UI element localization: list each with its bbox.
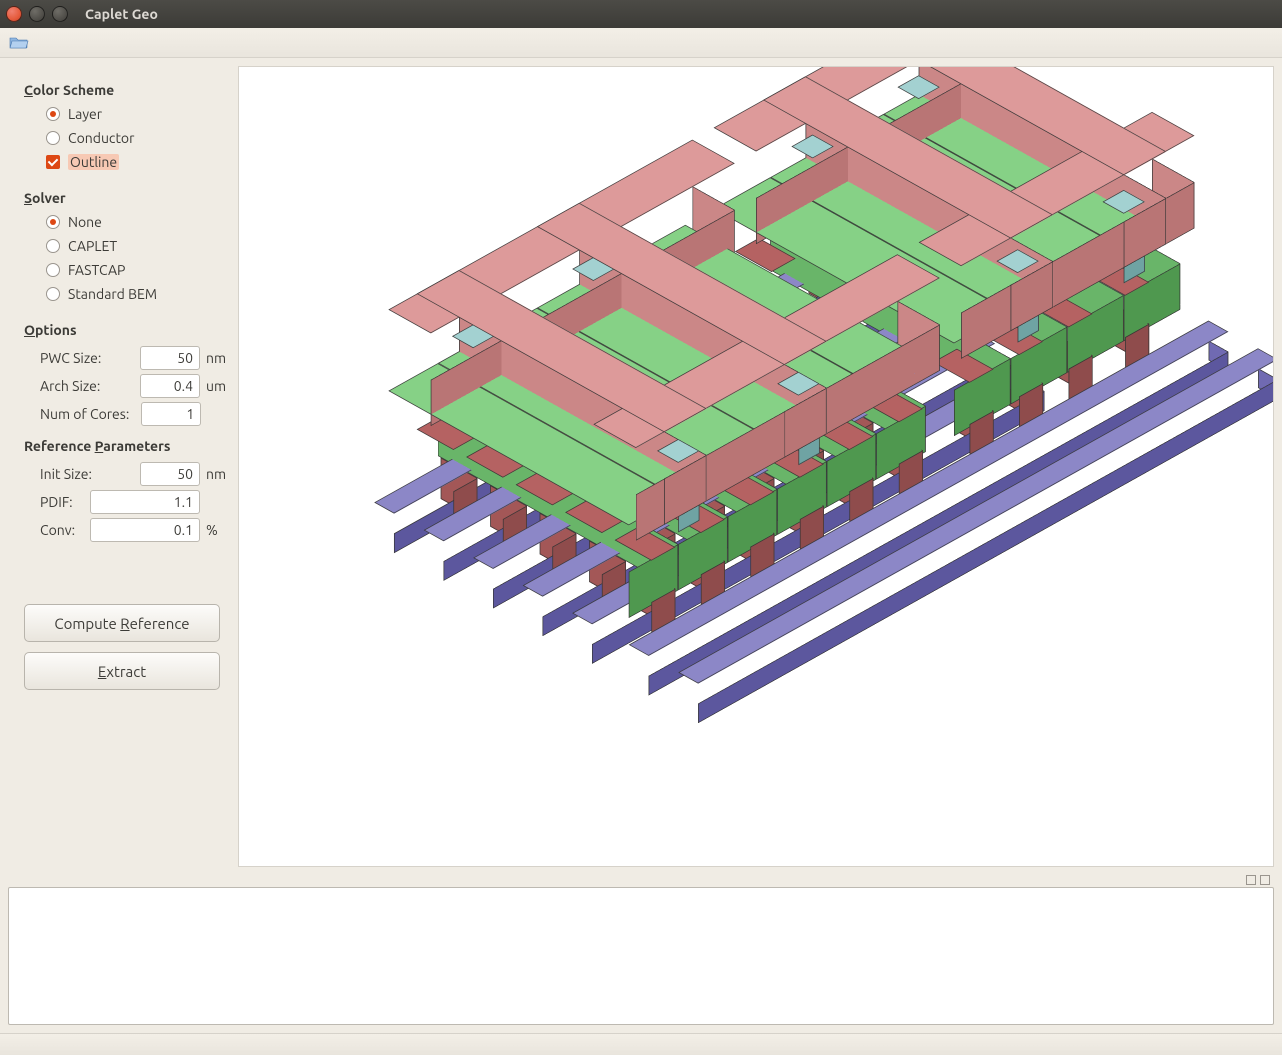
radio-icon (46, 239, 60, 253)
close-icon[interactable] (6, 6, 22, 22)
radio-layer[interactable]: Layer (46, 106, 230, 122)
compute-reference-button[interactable]: Compute Reference (24, 604, 220, 642)
app-title: Caplet Geo (85, 6, 158, 22)
viewport-3d[interactable] (238, 66, 1274, 867)
heading-ref-params: Reference Parameters (24, 438, 230, 454)
open-folder-icon[interactable] (8, 32, 30, 54)
checkbox-outline[interactable]: Outline (46, 154, 230, 170)
toolbar (0, 28, 1282, 58)
console-output[interactable] (8, 887, 1274, 1025)
label-pwc-size: PWC Size: (40, 350, 101, 366)
label-init-size: Init Size: (40, 466, 92, 482)
radio-caplet[interactable]: CAPLET (46, 238, 230, 254)
heading-color-scheme: Color Scheme (24, 82, 230, 98)
radio-icon (46, 263, 60, 277)
input-arch-size[interactable] (140, 374, 200, 398)
minimize-icon[interactable] (29, 6, 45, 22)
dock-close-icon[interactable] (1260, 875, 1270, 885)
input-pwc-size[interactable] (140, 346, 200, 370)
label-conv: Conv: (40, 522, 75, 538)
window-titlebar: Caplet Geo (0, 0, 1282, 28)
input-conv[interactable] (90, 518, 200, 542)
status-bar (0, 1033, 1282, 1055)
radio-fastcap[interactable]: FASTCAP (46, 262, 230, 278)
label-num-cores: Num of Cores: (40, 406, 129, 422)
input-pdif[interactable] (90, 490, 200, 514)
heading-solver: Solver (24, 190, 230, 206)
unit-um: um (206, 378, 230, 394)
input-num-cores[interactable] (141, 402, 201, 426)
radio-none[interactable]: None (46, 214, 230, 230)
radio-standard-bem[interactable]: Standard BEM (46, 286, 230, 302)
sidebar: Color Scheme Layer Conductor Outline Sol… (0, 58, 238, 867)
heading-options: Options (24, 322, 230, 338)
radio-conductor[interactable]: Conductor (46, 130, 230, 146)
checkbox-icon (46, 155, 60, 169)
unit-nm: nm (206, 466, 230, 482)
radio-icon (46, 107, 60, 121)
unit-nm: nm (206, 350, 230, 366)
radio-icon (46, 215, 60, 229)
label-arch-size: Arch Size: (40, 378, 100, 394)
extract-button[interactable]: Extract (24, 652, 220, 690)
input-init-size[interactable] (140, 462, 200, 486)
radio-icon (46, 287, 60, 301)
dock-restore-icon[interactable] (1246, 875, 1256, 885)
radio-icon (46, 131, 60, 145)
maximize-icon[interactable] (52, 6, 68, 22)
label-pdif: PDIF: (40, 494, 73, 510)
unit-percent: % (206, 522, 230, 538)
